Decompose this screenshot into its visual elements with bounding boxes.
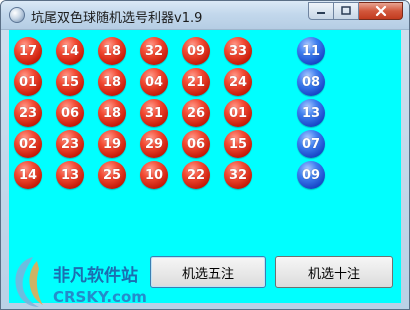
red-ball: 02 <box>14 130 42 158</box>
blue-ball: 09 <box>297 161 325 189</box>
red-ball: 19 <box>98 130 126 158</box>
blue-ball: 08 <box>297 68 325 96</box>
blue-ball-number: 09 <box>301 167 321 183</box>
red-ball: 23 <box>14 99 42 127</box>
red-ball: 29 <box>140 130 168 158</box>
red-ball: 26 <box>182 99 210 127</box>
red-ball: 14 <box>56 37 84 65</box>
title-bar[interactable]: 坑尾双色球随机选号利器v1.9 <box>1 1 409 30</box>
red-ball: 31 <box>140 99 168 127</box>
red-ball: 13 <box>56 161 84 189</box>
red-ball-number: 25 <box>102 167 122 183</box>
maximize-button[interactable] <box>334 2 359 20</box>
red-ball: 01 <box>224 99 252 127</box>
red-ball-number: 23 <box>18 105 38 121</box>
blue-ball: 13 <box>297 99 325 127</box>
red-ball: 32 <box>140 37 168 65</box>
watermark-site: CRSKY.com <box>53 288 147 306</box>
red-ball-number: 15 <box>60 74 80 90</box>
red-ball-number: 18 <box>102 43 122 59</box>
red-ball-number: 18 <box>102 105 122 121</box>
red-ball-number: 21 <box>186 74 206 90</box>
crsky-watermark: 非凡软件站 CRSKY.com <box>15 257 147 307</box>
red-ball: 06 <box>182 130 210 158</box>
red-ball-number: 29 <box>144 136 164 152</box>
red-ball-number: 24 <box>228 74 248 90</box>
red-ball-number: 14 <box>18 167 38 183</box>
red-ball-number: 17 <box>18 43 38 59</box>
red-ball-number: 10 <box>144 167 164 183</box>
red-ball-number: 19 <box>102 136 122 152</box>
red-ball: 33 <box>224 37 252 65</box>
red-ball-number: 15 <box>228 136 248 152</box>
blue-ball: 07 <box>297 130 325 158</box>
red-ball-number: 31 <box>144 105 164 121</box>
red-ball: 22 <box>182 161 210 189</box>
pick-ten-button[interactable]: 机选十注 <box>275 256 393 288</box>
red-ball: 10 <box>140 161 168 189</box>
red-ball: 18 <box>98 68 126 96</box>
red-ball-number: 13 <box>60 167 80 183</box>
maximize-icon <box>341 6 351 15</box>
red-ball: 17 <box>14 37 42 65</box>
minimize-button[interactable] <box>308 2 334 20</box>
close-button[interactable] <box>359 2 403 20</box>
blue-ball-number: 07 <box>301 136 321 152</box>
red-ball: 01 <box>14 68 42 96</box>
caption-buttons <box>308 2 403 20</box>
red-ball-number: 22 <box>186 167 206 183</box>
red-ball: 04 <box>140 68 168 96</box>
app-window: 坑尾双色球随机选号利器v1.9 17 14 18 32 09 33 01 15 18 04 21 24… <box>0 0 410 310</box>
red-ball-number: 02 <box>18 136 38 152</box>
minimize-icon <box>317 12 325 14</box>
red-ball-number: 04 <box>144 74 164 90</box>
red-ball: 15 <box>56 68 84 96</box>
blue-ball: 11 <box>297 37 325 65</box>
red-ball: 09 <box>182 37 210 65</box>
blue-ball-number: 13 <box>301 105 321 121</box>
red-ball-number: 06 <box>60 105 80 121</box>
watermark-brand: 非凡软件站 <box>53 265 138 286</box>
red-ball: 23 <box>56 130 84 158</box>
red-ball-number: 01 <box>228 105 248 121</box>
red-ball-number: 01 <box>18 74 38 90</box>
red-ball-number: 26 <box>186 105 206 121</box>
red-ball-number: 33 <box>228 43 248 59</box>
close-icon <box>375 5 386 17</box>
red-ball-number: 18 <box>102 74 122 90</box>
window-title: 坑尾双色球随机选号利器v1.9 <box>31 11 203 26</box>
red-ball-number: 06 <box>186 136 206 152</box>
red-ball-number: 23 <box>60 136 80 152</box>
red-ball: 18 <box>98 99 126 127</box>
red-ball: 14 <box>14 161 42 189</box>
red-ball: 25 <box>98 161 126 189</box>
pick-five-button[interactable]: 机选五注 <box>150 256 266 288</box>
red-ball-number: 09 <box>186 43 206 59</box>
red-ball: 32 <box>224 161 252 189</box>
red-ball-number: 32 <box>144 43 164 59</box>
blue-ball-number: 08 <box>301 74 321 90</box>
red-ball: 21 <box>182 68 210 96</box>
red-ball: 06 <box>56 99 84 127</box>
red-ball-number: 32 <box>228 167 248 183</box>
red-ball-number: 14 <box>60 43 80 59</box>
red-ball: 18 <box>98 37 126 65</box>
red-ball: 24 <box>224 68 252 96</box>
app-icon[interactable] <box>9 7 25 23</box>
blue-ball-number: 11 <box>301 43 321 59</box>
red-ball: 15 <box>224 130 252 158</box>
